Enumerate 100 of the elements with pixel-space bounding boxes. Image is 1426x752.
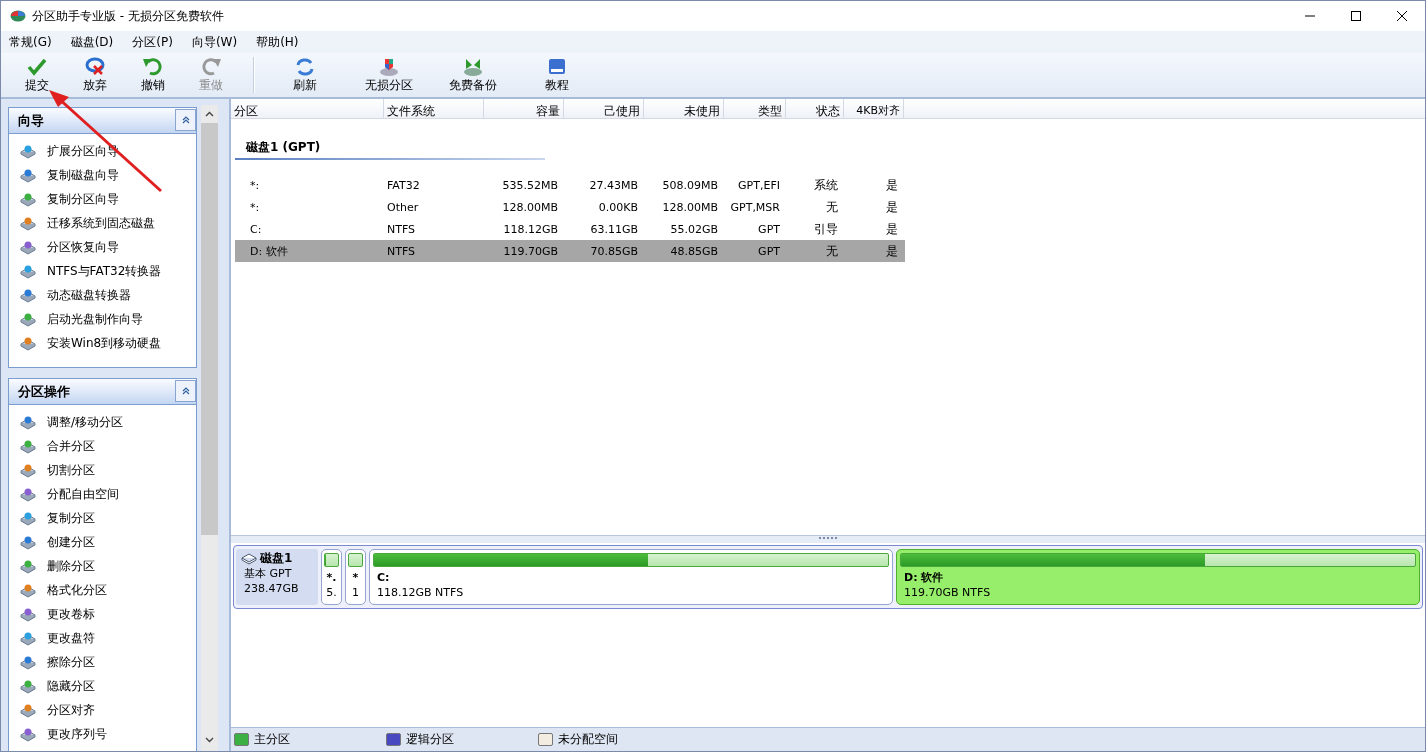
sidebar-item[interactable]: 迁移系统到固态磁盘 [20, 211, 196, 235]
book-icon [546, 56, 568, 76]
table-cell-text: 119.70GB [502, 244, 559, 258]
chevron-icon [181, 385, 190, 396]
sidebar-item[interactable]: 更改卷标 [20, 602, 196, 626]
sidebar-item[interactable]: 复制分区向导 [20, 187, 196, 211]
section-title: 分区操作 [18, 382, 70, 401]
section-title: 向导 [18, 111, 44, 130]
partition-block[interactable]: * 1 [345, 549, 366, 605]
column-header[interactable]: 类型 [724, 99, 786, 118]
sidebar-item[interactable]: 动态磁盘转换器 [20, 283, 196, 307]
toolbar-button[interactable]: 撤销 [125, 53, 180, 97]
scroll-up-icon[interactable] [205, 111, 214, 117]
column-header[interactable]: 4KB对齐 [844, 99, 904, 118]
disk-icon [20, 263, 36, 279]
checkmark-icon [25, 56, 48, 76]
refresh-icon [294, 56, 316, 76]
column-header[interactable]: 分区 [231, 99, 384, 118]
partition-label: C: [377, 570, 391, 585]
table-row[interactable]: *: FAT32 535.52MB 27.43MB 508.09MB GPT,EFI 系统 是 [235, 174, 905, 196]
sidebar-item[interactable]: 擦除分区 [20, 650, 196, 674]
disk-arrows-icon [462, 56, 484, 76]
disk-icon [20, 438, 36, 454]
column-header[interactable]: 己使用 [564, 99, 644, 118]
table-cell-text: 118.12GB [502, 222, 559, 236]
sidebar-item[interactable]: 切割分区 [20, 458, 196, 482]
disk-icon [20, 167, 36, 183]
window-title: 分区助手专业版 - 无损分区免费软件 [32, 7, 224, 25]
chevron-icon [181, 114, 190, 125]
menu-item[interactable]: 分区(P) [132, 33, 173, 51]
table-cell-text: 引导 [813, 220, 839, 238]
sidebar-item[interactable]: 复制分区 [20, 506, 196, 530]
sidebar-item[interactable]: 安装Win8到移动硬盘 [20, 331, 196, 355]
disk-type: 基本 GPT [244, 566, 293, 581]
collapse-button[interactable] [175, 108, 196, 131]
toolbar-button[interactable]: 放弃 [67, 53, 122, 97]
toolbar-button[interactable]: 刷新 [269, 53, 341, 97]
shield-disk-icon [378, 56, 400, 76]
sidebar-item[interactable]: 分区对齐 [20, 698, 196, 722]
column-header[interactable]: 状态 [786, 99, 844, 118]
toolbar-button[interactable]: 提交 [9, 53, 64, 97]
table-row[interactable]: D: 软件 NTFS 119.70GB 70.85GB 48.85GB GPT 无 是 [235, 240, 905, 262]
disk-icon [20, 287, 36, 303]
disk-icon [20, 558, 36, 574]
scrollbar[interactable] [201, 105, 218, 751]
sidebar-item[interactable]: 复制磁盘向导 [20, 163, 196, 187]
sidebar-item[interactable]: 启动光盘制作向导 [20, 307, 196, 331]
partition-block[interactable]: C: 118.12GB NTFS [369, 549, 893, 605]
table-cell-text: 27.43MB [588, 178, 639, 192]
column-header[interactable]: 容量 [484, 99, 564, 118]
splitter-handle[interactable] [819, 537, 837, 540]
table-cell-text: NTFS [386, 244, 417, 258]
disk-icon [20, 606, 36, 622]
sidebar-item[interactable]: 创建分区 [20, 530, 196, 554]
app-logo-icon [10, 10, 26, 22]
sidebar-item[interactable]: 隐藏分区 [20, 674, 196, 698]
sidebar-item[interactable]: 扩展分区向导 [20, 139, 196, 163]
sidebar-item[interactable]: NTFS与FAT32转换器 [20, 259, 196, 283]
disk-info-panel[interactable]: 磁盘1 基本 GPT 238.47GB [236, 549, 318, 605]
collapse-button[interactable] [175, 379, 196, 402]
table-cell-text: GPT,MSR [729, 200, 781, 214]
menu-item[interactable]: 磁盘(D) [70, 33, 114, 51]
partition-block[interactable]: *. 5. [321, 549, 342, 605]
table-cell-text: 508.09MB [661, 178, 719, 192]
sidebar-item[interactable]: 更改盘符 [20, 626, 196, 650]
sidebar-item[interactable]: 更改序列号 [20, 722, 196, 746]
disk-icon [20, 462, 36, 478]
toolbar-button[interactable]: 免费备份 [437, 53, 509, 97]
menu-item[interactable]: 向导(W) [191, 33, 238, 51]
table-cell-text: *: [249, 178, 261, 192]
disk-icon [20, 702, 36, 718]
sidebar-item[interactable]: 合并分区 [20, 434, 196, 458]
scroll-down-icon[interactable] [205, 737, 214, 743]
partition-detail: 119.70GB NTFS [904, 585, 992, 600]
partition-block[interactable]: D: 软件 119.70GB NTFS [896, 549, 1420, 605]
sidebar-item[interactable]: 分区恢复向导 [20, 235, 196, 259]
column-header[interactable]: 文件系统 [384, 99, 484, 118]
table-cell-text: FAT32 [386, 178, 421, 192]
table-row[interactable]: C: NTFS 118.12GB 63.11GB 55.02GB GPT 引导 是 [235, 218, 905, 240]
toolbar-button[interactable]: 无损分区 [353, 53, 425, 97]
disk-icon [20, 726, 36, 742]
sidebar-item[interactable]: 格式化分区 [20, 578, 196, 602]
disk-icon [20, 191, 36, 207]
table-cell-text: GPT,EFI [737, 178, 781, 192]
menu-item[interactable]: 帮助(H) [256, 33, 299, 51]
sidebar-item[interactable]: 调整/移动分区 [20, 410, 196, 434]
table-cell-text: 48.85GB [669, 244, 719, 258]
sidebar-item[interactable]: 删除分区 [20, 554, 196, 578]
menu-item[interactable]: 常规(G) [9, 33, 52, 51]
maximize-icon[interactable] [1351, 11, 1361, 21]
disk-group-title: 磁盘1 (GPT) [244, 139, 322, 156]
table-row[interactable]: *: Other 128.00MB 0.00KB 128.00MB GPT,MSR 无 是 [235, 196, 905, 218]
table-cell-text: *: [249, 200, 261, 214]
table-cell-text: 是 [885, 220, 899, 238]
sidebar-item[interactable]: 分配自由空间 [20, 482, 196, 506]
usage-bar [348, 553, 363, 567]
table-cell-text: 是 [885, 242, 899, 260]
toolbar-button[interactable]: 教程 [521, 53, 593, 97]
close-icon[interactable] [1397, 11, 1407, 21]
column-header[interactable]: 未使用 [644, 99, 724, 118]
